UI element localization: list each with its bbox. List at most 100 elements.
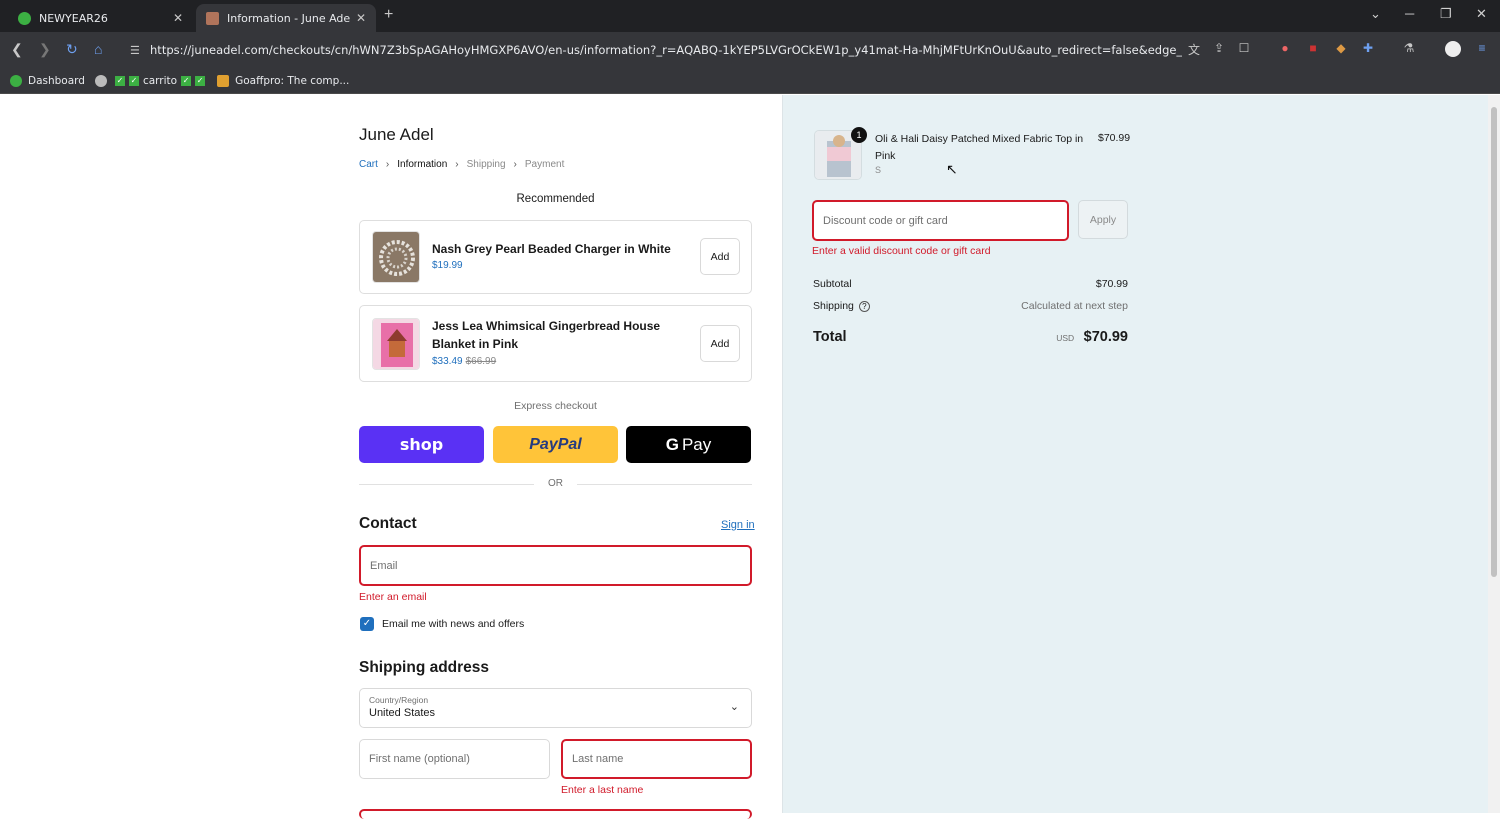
apply-discount-button[interactable]: Apply bbox=[1078, 200, 1128, 239]
paypal-button[interactable]: PayPal bbox=[493, 426, 618, 463]
extension-icon[interactable]: ◆ bbox=[1333, 41, 1349, 57]
product-thumbnail bbox=[372, 231, 420, 283]
chevron-right-icon: › bbox=[385, 159, 390, 170]
bookmark-dashboard[interactable]: Dashboard bbox=[10, 74, 85, 87]
product-name: Nash Grey Pearl Beaded Charger in White bbox=[432, 242, 671, 256]
labs-icon[interactable]: ⚗ bbox=[1401, 41, 1417, 57]
subtotal-label: Subtotal bbox=[813, 278, 852, 290]
url-text: https://juneadel.com/checkouts/cn/hWN7Z3… bbox=[150, 43, 1182, 57]
goaffpro-favicon-icon bbox=[217, 74, 230, 87]
shipping-value: Calculated at next step bbox=[1021, 300, 1128, 312]
profile-avatar[interactable] bbox=[1445, 41, 1461, 57]
google-pay-label: Pay bbox=[681, 434, 712, 454]
shipping-address-heading: Shipping address bbox=[359, 659, 490, 676]
close-window-icon[interactable]: ✕ bbox=[1476, 6, 1487, 22]
currency-code: USD bbox=[1056, 333, 1075, 343]
breadcrumb-payment: Payment bbox=[524, 159, 565, 170]
google-g-icon: G bbox=[665, 434, 679, 454]
recommended-item: Jess Lea Whimsical Gingerbread House Bla… bbox=[359, 305, 752, 382]
forward-icon[interactable]: ❯ bbox=[39, 41, 51, 58]
breadcrumb: Cart › Information › Shipping › Payment bbox=[359, 159, 572, 170]
bookmark-goaffpro[interactable]: Goaffpro: The comp... bbox=[217, 74, 350, 87]
extension-icon[interactable]: ■ bbox=[1305, 41, 1321, 57]
product-thumbnail bbox=[372, 318, 420, 370]
order-item-name: Oli & Hali Daisy Patched Mixed Fabric To… bbox=[875, 133, 1084, 162]
discount-code-input[interactable]: Discount code or gift card bbox=[812, 200, 1069, 241]
newsletter-checkbox[interactable]: ✓ bbox=[360, 617, 374, 631]
recommended-heading: Recommended bbox=[516, 193, 595, 205]
home-icon[interactable]: ⌂ bbox=[94, 41, 102, 57]
subtotal-value: $70.99 bbox=[1095, 278, 1128, 290]
check-icon: ✓ bbox=[128, 75, 139, 86]
address-field[interactable] bbox=[359, 809, 752, 819]
google-pay-button[interactable]: G Pay bbox=[626, 426, 751, 463]
last-name-field[interactable]: Last name bbox=[561, 739, 752, 779]
restore-icon[interactable]: ❐ bbox=[1440, 6, 1452, 22]
extensions-puzzle-icon[interactable]: ✚ bbox=[1360, 41, 1376, 57]
check-icon: ✓ bbox=[181, 75, 192, 86]
chevron-down-icon: ⌄ bbox=[729, 701, 739, 713]
total-label: Total bbox=[813, 329, 847, 345]
bookmarks-bar: Dashboard ✓ ✓ carrito ✓ ✓ Goaffpro: The … bbox=[0, 68, 1500, 94]
shipping-label: Shipping bbox=[813, 300, 854, 312]
bookmark-icon[interactable]: ☐ bbox=[1236, 41, 1252, 57]
back-icon[interactable]: ❮ bbox=[11, 41, 23, 58]
total-row: Total USD $70.99 bbox=[813, 328, 1128, 346]
scrollbar-thumb[interactable] bbox=[1491, 107, 1497, 577]
price-value: $33.49 bbox=[432, 356, 463, 367]
tab-favicon-icon bbox=[18, 11, 31, 25]
share-icon[interactable]: ⇪ bbox=[1211, 41, 1227, 57]
breadcrumb-information: Information bbox=[397, 159, 448, 170]
bookmark-label: Goaffpro: The comp... bbox=[235, 74, 350, 87]
quantity-badge: 1 bbox=[851, 127, 867, 143]
newsletter-label: Email me with news and offers bbox=[382, 618, 525, 630]
tab-title: Information - June Adel - Chec bbox=[227, 11, 350, 25]
site-info-icon[interactable]: ☰ bbox=[130, 44, 142, 57]
price-value: $19.99 bbox=[432, 260, 463, 271]
minimize-icon[interactable]: ─ bbox=[1405, 6, 1414, 21]
page-scrollbar[interactable] bbox=[1488, 95, 1500, 813]
express-checkout-label: Express checkout bbox=[514, 400, 597, 412]
check-icon: ✓ bbox=[195, 75, 206, 86]
country-value: United States bbox=[369, 707, 436, 719]
email-field[interactable]: Email bbox=[359, 545, 752, 586]
total-amount: USD $70.99 bbox=[1056, 328, 1128, 346]
chevron-right-icon: › bbox=[513, 159, 517, 170]
extension-icon[interactable]: ● bbox=[1277, 41, 1293, 57]
new-tab-icon[interactable]: + bbox=[384, 6, 393, 24]
add-button[interactable]: Add bbox=[700, 325, 740, 362]
first-name-field[interactable]: First name (optional) bbox=[359, 739, 550, 779]
help-icon[interactable]: ? bbox=[858, 300, 870, 312]
close-tab-icon[interactable]: ✕ bbox=[356, 11, 366, 25]
email-error: Enter an email bbox=[359, 591, 427, 603]
address-bar[interactable]: ☰ https://juneadel.com/checkouts/cn/hWN7… bbox=[122, 37, 1182, 63]
translate-icon[interactable]: 文 bbox=[1186, 41, 1202, 57]
menu-icon[interactable]: ≡ bbox=[1474, 41, 1490, 57]
recommended-item: Nash Grey Pearl Beaded Charger in White … bbox=[359, 220, 752, 294]
chevron-right-icon: › bbox=[455, 159, 459, 170]
bookmark-label: carrito bbox=[142, 74, 178, 87]
browser-tab-active[interactable]: Information - June Adel - Chec ✕ bbox=[196, 4, 376, 32]
dashboard-favicon-icon bbox=[10, 74, 22, 87]
reload-icon[interactable]: ↻ bbox=[66, 41, 78, 58]
tab-favicon-icon bbox=[206, 11, 219, 25]
store-name[interactable]: June Adel bbox=[359, 125, 434, 145]
browser-tab[interactable]: NEWYEAR26 ✕ bbox=[8, 4, 193, 32]
breadcrumb-cart[interactable]: Cart bbox=[359, 159, 378, 170]
add-button[interactable]: Add bbox=[700, 238, 740, 275]
browser-tab-bar: NEWYEAR26 ✕ Information - June Adel - Ch… bbox=[0, 0, 1500, 32]
paypal-label: PayPal bbox=[529, 435, 582, 453]
shop-pay-button[interactable]: shop bbox=[359, 426, 484, 463]
shop-pay-label: shop bbox=[399, 435, 444, 454]
bookmark-carrito[interactable]: ✓ ✓ carrito ✓ ✓ bbox=[94, 74, 207, 87]
close-tab-icon[interactable]: ✕ bbox=[173, 11, 183, 25]
last-name-placeholder: Last name bbox=[572, 753, 624, 765]
sign-in-link[interactable]: Sign in bbox=[721, 519, 755, 531]
globe-icon bbox=[94, 74, 107, 87]
product-price: $19.99 bbox=[432, 260, 463, 271]
last-name-error: Enter a last name bbox=[561, 784, 644, 796]
tab-search-icon[interactable]: ⌄ bbox=[1370, 6, 1381, 22]
country-select[interactable]: Country/Region United States ⌄ bbox=[359, 688, 752, 728]
contact-heading: Contact bbox=[359, 515, 417, 532]
email-placeholder: Email bbox=[370, 559, 398, 572]
